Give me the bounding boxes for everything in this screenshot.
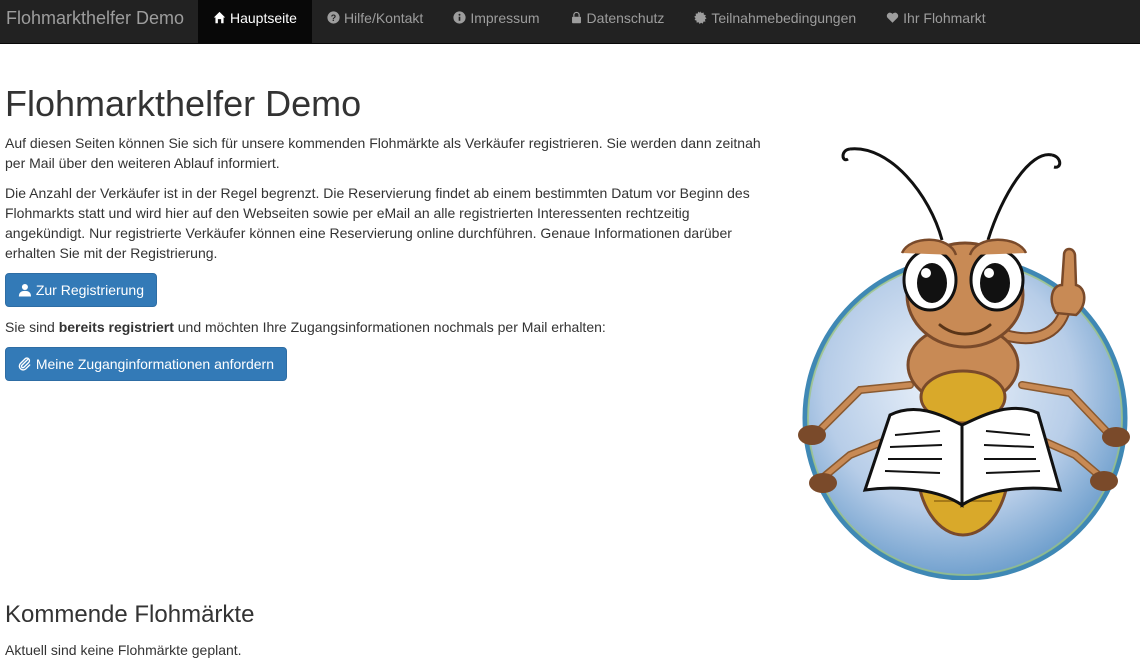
upcoming-markets-text: Aktuell sind keine Flohmärkte geplant. [5,642,242,658]
nav-item-teilnahmebedingungen[interactable]: Teilnahmebedingungen [679,0,871,43]
nav-label: Impressum [470,10,540,26]
nav-label: Hauptseite [230,10,297,26]
lock-icon [571,11,581,24]
main-nav: Hauptseite ? Hilfe/Kontakt Impressum Dat… [198,0,1001,43]
info-circle-icon [453,11,466,24]
heart-icon [886,12,899,23]
already-suffix: und möchten Ihre Zugangsinformationen no… [173,319,606,335]
top-navbar: Flohmarkthelfer Demo Hauptseite ? Hilfe/… [0,0,1140,44]
cricket-mascot-illustration [798,147,1130,580]
intro-paragraph-1: Auf diesen Seiten können Sie sich für un… [5,135,761,171]
intro-paragraph-2: Die Anzahl der Verkäufer ist in der Rege… [5,185,750,261]
nav-item-hauptseite[interactable]: Hauptseite [198,0,312,43]
already-bold: bereits registriert [58,319,174,335]
nav-item-ihr-flohmarkt[interactable]: Ihr Flohmarkt [871,0,1000,43]
nav-label: Ihr Flohmarkt [903,10,986,26]
nav-label: Teilnahmebedingungen [711,10,857,26]
user-icon [18,283,31,297]
upcoming-markets-heading: Kommende Flohmärkte [5,601,255,628]
nav-label: Hilfe/Kontakt [343,10,424,26]
request-access-info-label: Meine Zuganginformationen anfordern [35,356,274,372]
certificate-icon [694,11,707,24]
register-button-label: Zur Registrierung [35,282,144,298]
already-prefix: Sie sind [5,319,59,335]
request-access-info-button[interactable]: Meine Zuganginformationen anfordern [5,347,287,381]
nav-item-impressum[interactable]: Impressum [438,0,554,43]
home-icon [213,11,226,24]
svg-text:?: ? [331,13,336,23]
nav-label: Datenschutz [586,10,665,26]
question-circle-icon: ? [327,11,340,24]
navbar-brand[interactable]: Flohmarkthelfer Demo [6,0,184,43]
already-registered-text: Sie sind bereits registriert und möchten… [5,317,765,337]
nav-item-hilfe-kontakt[interactable]: ? Hilfe/Kontakt [312,0,438,43]
page-title: Flohmarkthelfer Demo [5,83,362,124]
paperclip-icon [18,357,31,371]
register-button[interactable]: Zur Registrierung [5,273,157,307]
nav-item-datenschutz[interactable]: Datenschutz [555,0,680,43]
